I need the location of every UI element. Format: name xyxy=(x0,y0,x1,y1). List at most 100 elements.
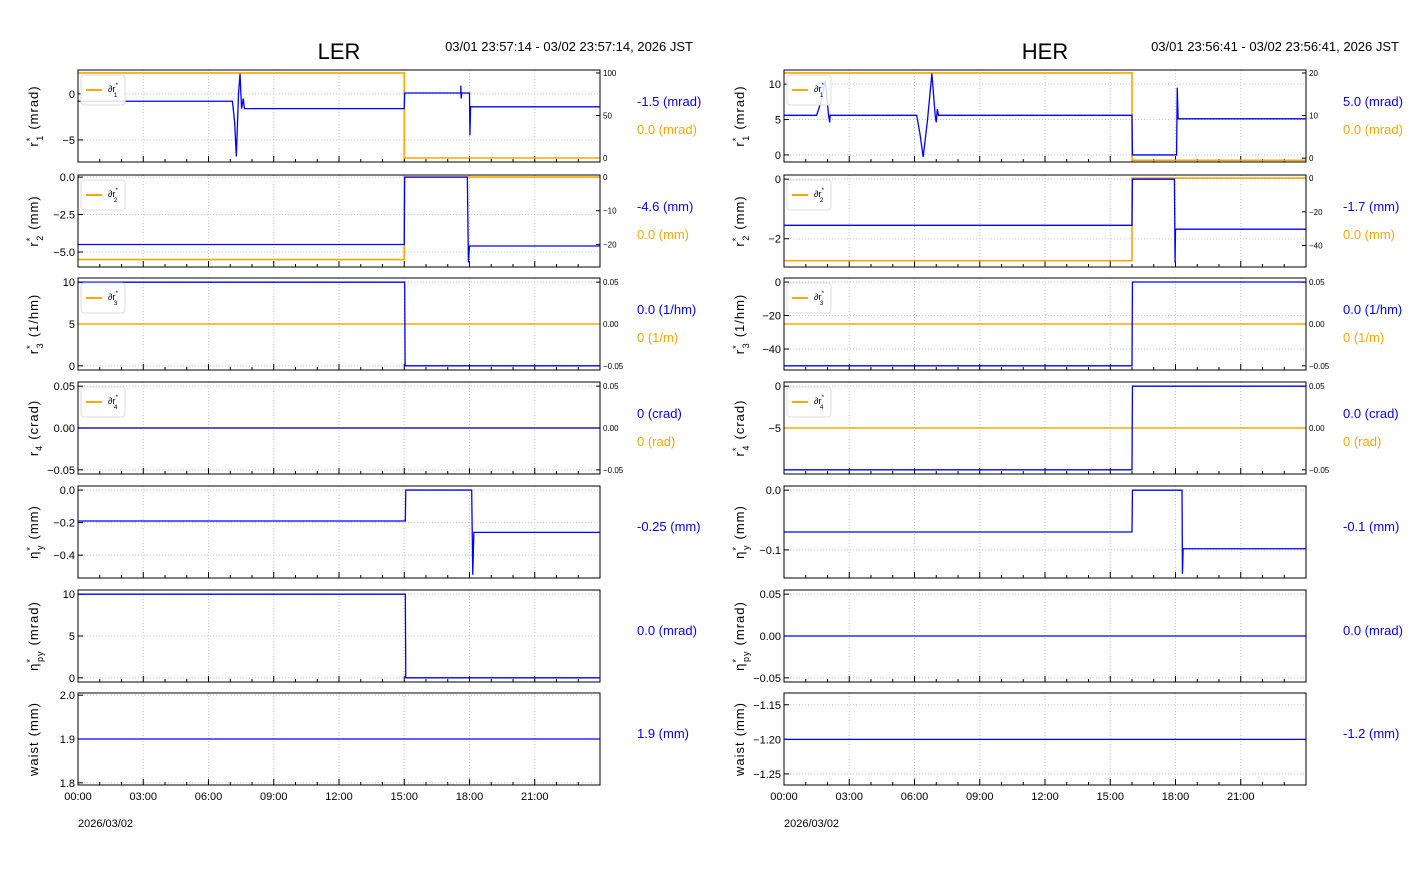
right-y-tick-label: 20 xyxy=(1309,69,1318,78)
primary-series-line xyxy=(784,73,1306,158)
y-axis-label: waist (mm) xyxy=(732,702,747,777)
x-tick-label: 09:00 xyxy=(260,791,288,803)
current-value-readout: -0.25 (mm) xyxy=(637,519,701,534)
chart-title: LER xyxy=(318,39,361,64)
label-base: η xyxy=(732,663,747,671)
secondary-series-line xyxy=(784,72,1306,162)
label-unit: (crad) xyxy=(26,400,41,440)
label-subscript: 3 xyxy=(114,300,118,307)
x-tick-label: 15:00 xyxy=(1096,791,1124,803)
label-subscript: y xyxy=(35,545,45,551)
panel-4: 0.050.00−0.050.050.00−0.05∂r* 4r4(crad) 0 … xyxy=(26,381,682,477)
right-y-tick-label: −10 xyxy=(603,207,617,216)
x-tick-label: 12:00 xyxy=(1031,791,1059,803)
y-axis-label: η*y (mm) xyxy=(731,505,751,559)
y-tick-label: 0 xyxy=(775,381,781,393)
y-tick-label: −40 xyxy=(762,344,781,356)
label-unit: (1/hm) xyxy=(732,294,747,338)
y-tick-label: 0 xyxy=(775,174,781,186)
x-tick-label: 03:00 xyxy=(129,791,157,803)
y-axis-label: r*3(1/hm) xyxy=(731,294,751,355)
label-subscript: y xyxy=(741,545,751,551)
y-axis-label: η*py (mrad) xyxy=(731,601,751,671)
y-tick-label: 0.00 xyxy=(760,631,781,643)
y-tick-label: −1.20 xyxy=(753,734,781,746)
label-superscript: * xyxy=(731,546,741,551)
label-unit: (mrad) xyxy=(26,85,41,129)
date-label: 2026/03/02 xyxy=(784,818,839,830)
y-tick-label: 0 xyxy=(69,89,75,101)
label-superscript: * xyxy=(731,344,741,349)
label-unit: (mrad) xyxy=(26,601,41,645)
label-subscript: 2 xyxy=(741,235,751,241)
x-tick-label: 18:00 xyxy=(456,791,484,803)
beam-parameter-figure: LER 03/01 23:57:14 - 03/02 23:57:14, 2026… xyxy=(25,39,1403,830)
label-superscript: * xyxy=(25,658,35,663)
label-subscript: 1 xyxy=(114,92,118,99)
label-subscript: 3 xyxy=(820,300,824,307)
y-axis-label: r*1(mrad) xyxy=(731,85,751,146)
y-axis-label: η*py (mrad) xyxy=(25,601,45,671)
right-y-tick-label: −0.05 xyxy=(1309,466,1330,475)
panel-5: 0.0 −0.2 −0.4 η*y (mm) -0.25 (mm) xyxy=(25,485,701,579)
legend: ∂r* 3 xyxy=(80,282,126,314)
label-subscript: 1 xyxy=(820,92,824,99)
ring-chart-her: HER 03/01 23:56:41 - 03/02 23:56:41, 2026… xyxy=(731,39,1403,830)
legend: ∂r* 3 xyxy=(786,282,832,314)
label-base: η xyxy=(26,663,41,671)
y-axis-label: r*2(mm) xyxy=(25,195,45,246)
y-axis-label: r*4(crad) xyxy=(731,400,751,457)
label-subscript: 1 xyxy=(35,135,45,141)
current-value-readout: 0.0 (1/hm) xyxy=(1343,302,1402,317)
x-tick-label: 06:00 xyxy=(195,791,223,803)
chart-title: HER xyxy=(1022,39,1068,64)
current-value-readout: 0 (crad) xyxy=(637,406,682,421)
label-base: waist xyxy=(26,741,41,777)
label-unit: (crad) xyxy=(732,400,747,440)
right-y-tick-label: 10 xyxy=(1309,112,1318,121)
right-y-tick-label: 50 xyxy=(603,111,612,120)
panel-6: 0.05 0.00 −0.05 η*py (mrad) 0.0 (mrad) xyxy=(731,589,1403,685)
panel-2: 0−20−20−40∂r* 2r*2(mm) -1.7 (mm)0.0 (mm) xyxy=(731,174,1399,268)
right-y-tick-label: −20 xyxy=(603,240,617,249)
label-unit: (mm) xyxy=(732,505,747,539)
ring-chart-ler: LER 03/01 23:57:14 - 03/02 23:57:14, 2026… xyxy=(25,39,701,830)
panel-6: 10 5 0 η*py (mrad) 0.0 (mrad) xyxy=(25,589,697,685)
label-base: η xyxy=(26,551,41,559)
y-axis-label: r*2(mm) xyxy=(731,195,751,246)
label-subscript: 2 xyxy=(114,197,118,204)
panel-3: 0−20−400.050.00−0.05∂r* 3r*3(1/hm) 0.0 (1/… xyxy=(731,277,1402,371)
right-y-tick-label: 0.00 xyxy=(603,424,619,433)
label-unit: (mm) xyxy=(26,505,41,539)
label-unit: (1/hm) xyxy=(26,294,41,338)
label-base: waist xyxy=(732,741,747,777)
x-tick-label: 06:00 xyxy=(901,791,929,803)
label-unit: (mm) xyxy=(26,195,41,229)
label-unit: (mm) xyxy=(732,702,747,736)
right-y-tick-label: −40 xyxy=(1309,242,1323,251)
date-label: 2026/03/02 xyxy=(78,818,133,830)
right-y-tick-label: −0.05 xyxy=(1309,362,1330,371)
y-tick-label: 1.9 xyxy=(60,734,75,746)
label-subscript: 4 xyxy=(114,404,118,411)
right-y-tick-label: 0.00 xyxy=(603,320,619,329)
y-tick-label: −0.4 xyxy=(53,550,75,562)
current-value-readout: -1.7 (mm) xyxy=(1343,199,1399,214)
right-y-tick-label: −20 xyxy=(1309,208,1323,217)
y-tick-label: 10 xyxy=(63,277,75,289)
label-unit: (mrad) xyxy=(732,601,747,645)
delta-value-readout: 0 (1/m) xyxy=(637,330,678,345)
x-tick-label: 00:00 xyxy=(770,791,798,803)
x-tick-label: 21:00 xyxy=(1227,791,1255,803)
y-axis-label: r*3(1/hm) xyxy=(25,294,45,355)
label-superscript: * xyxy=(731,658,741,663)
y-tick-label: 1.8 xyxy=(60,778,75,790)
y-tick-label: −1.15 xyxy=(753,700,781,712)
delta-value-readout: 0.0 (mrad) xyxy=(637,122,697,137)
y-tick-label: 0.05 xyxy=(760,589,781,601)
right-y-tick-label: 0.05 xyxy=(1309,382,1325,391)
label-superscript: * xyxy=(731,447,741,452)
panel-7: 2.0 1.9 1.8 waist (mm) 1.9 (mm) xyxy=(26,690,689,790)
current-value-readout: 0.0 (1/hm) xyxy=(637,302,696,317)
delta-value-readout: 0 (1/m) xyxy=(1343,330,1384,345)
